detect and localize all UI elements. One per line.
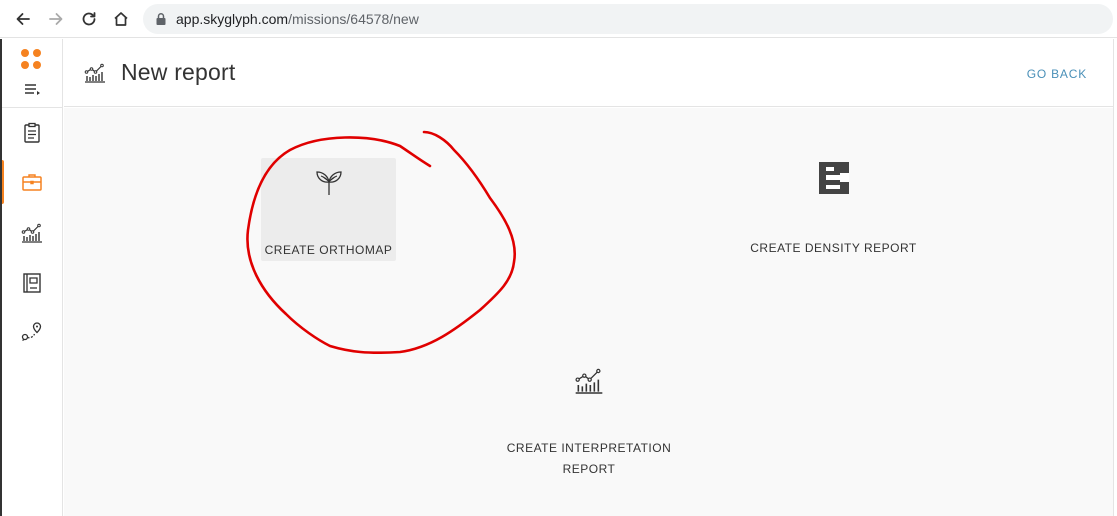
sidebar-item-missions[interactable]	[0, 111, 63, 155]
clipboard-icon	[23, 122, 40, 143]
sidebar-item-reports[interactable]	[0, 211, 63, 255]
sidebar-item-routes[interactable]	[0, 310, 63, 354]
address-bar[interactable]: app.skyglyph.com/missions/64578/new	[143, 4, 1113, 34]
menu-toggle-icon[interactable]	[23, 82, 41, 96]
reload-icon[interactable]	[78, 8, 100, 30]
browser-toolbar: app.skyglyph.com/missions/64578/new	[0, 0, 1117, 38]
create-interpretation-label-line2: REPORT	[562, 462, 616, 476]
create-orthomap-label: CREATE ORTHOMAP	[264, 243, 393, 257]
go-back-link[interactable]: GO BACK	[1027, 67, 1087, 81]
notebook-icon	[22, 273, 41, 293]
create-interpretation-label-line1: CREATE INTERPRETATION	[506, 441, 672, 455]
sidebar-divider	[0, 107, 63, 108]
url-text: app.skyglyph.com/missions/64578/new	[176, 11, 419, 27]
create-orthomap-button[interactable]: CREATE ORTHOMAP	[261, 158, 396, 261]
analytics-icon	[84, 63, 105, 83]
page-title: New report	[121, 59, 236, 85]
back-arrow-icon[interactable]	[12, 8, 34, 30]
create-interpretation-report-button[interactable]: CREATE INTERPRETATION REPORT	[499, 361, 679, 481]
forward-arrow-icon[interactable]	[45, 8, 67, 30]
sprout-icon	[315, 171, 342, 195]
analytics-icon	[21, 223, 42, 243]
density-chart-icon	[818, 162, 849, 194]
app-logo[interactable]	[21, 49, 43, 71]
lock-icon	[156, 13, 166, 25]
sidebar-item-notebook[interactable]	[0, 261, 63, 305]
analytics-icon	[575, 368, 603, 394]
sidebar-item-projects[interactable]	[0, 160, 63, 204]
create-density-report-button[interactable]: CREATE DENSITY REPORT	[742, 160, 925, 260]
page-header: New report GO BACK	[64, 39, 1113, 107]
report-options: CREATE ORTHOMAP CREATE DENSITY REPORT CR…	[64, 108, 1113, 516]
sidebar-edge	[0, 39, 2, 516]
scrollbar-track	[1113, 39, 1117, 516]
route-icon	[21, 322, 41, 342]
briefcase-icon	[21, 174, 42, 191]
home-icon[interactable]	[110, 8, 132, 30]
create-density-report-label: CREATE DENSITY REPORT	[750, 241, 917, 255]
app-sidebar	[0, 39, 63, 516]
